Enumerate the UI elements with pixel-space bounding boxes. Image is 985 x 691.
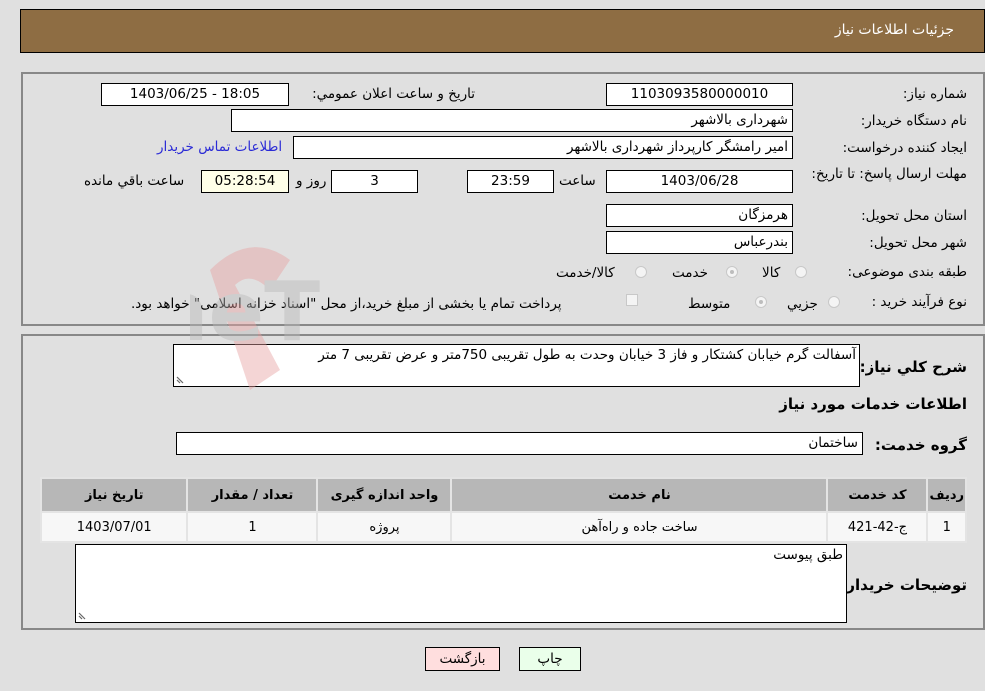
purchase-radio-minor[interactable] <box>828 296 840 308</box>
col-service-code: کد خدمت <box>826 477 929 513</box>
back-button[interactable]: بازگشت <box>425 647 500 671</box>
col-quantity: تعداد / مقدار <box>186 477 319 513</box>
category-option-service: خدمت <box>672 265 708 281</box>
remaining-time-label: ساعت باقي مانده <box>84 173 185 189</box>
need-number-label: شماره نیاز: <box>902 86 967 102</box>
remaining-days-field[interactable]: 3 <box>331 170 418 193</box>
services-table: ردیف کد خدمت نام خدمت واحد اندازه گیری ت… <box>39 477 967 543</box>
col-need-date: تاریخ نیاز <box>39 477 189 513</box>
treasury-note: پرداخت تمام یا بخشی از مبلغ خرید،از محل … <box>131 296 562 312</box>
cell-service-code: ج-42-421 <box>826 511 929 543</box>
category-option-goods-service: کالا/خدمت <box>556 265 615 281</box>
treasury-checkbox[interactable] <box>626 294 638 306</box>
buyer-notes-text: طبق پیوست <box>773 547 843 563</box>
col-unit: واحد اندازه گیری <box>316 477 453 513</box>
description-textarea[interactable]: آسفالت گرم خیابان کشتکار و فاز 3 خیابان … <box>173 344 860 387</box>
cell-quantity: 1 <box>186 511 319 543</box>
purchase-option-minor: جزيي <box>787 296 818 312</box>
category-label: طبقه بندی موضوعی: <box>847 264 967 280</box>
resize-grip-icon[interactable] <box>176 375 185 384</box>
deadline-time-label: ساعت <box>559 173 596 189</box>
table-row: 1 ج-42-421 ساخت جاده و راه‌آهن پروژه 1 1… <box>39 511 967 543</box>
city-field[interactable]: بندرعباس <box>606 231 793 254</box>
deadline-date-field[interactable]: 1403/06/28 <box>606 170 793 193</box>
announce-datetime-field[interactable]: 1403/06/25 - 18:05 <box>101 83 289 106</box>
page-title: جزئیات اطلاعات نیاز <box>834 22 954 38</box>
cell-need-date: 1403/07/01 <box>39 511 189 543</box>
cell-service-name: ساخت جاده و راه‌آهن <box>450 511 829 543</box>
col-row: ردیف <box>926 477 967 513</box>
requester-field[interactable]: امیر رامشگر کارپرداز شهرداری بالاشهر <box>293 136 793 159</box>
requester-label: ایجاد کننده درخواست: <box>842 140 967 156</box>
deadline-time-field[interactable]: 23:59 <box>467 170 554 193</box>
category-radio-goods-service[interactable] <box>635 266 647 278</box>
category-option-goods: کالا <box>762 265 781 281</box>
col-service-name: نام خدمت <box>450 477 829 513</box>
purchase-type-label: نوع فرآیند خرید : <box>871 294 967 310</box>
resize-grip-icon[interactable] <box>78 611 87 620</box>
category-radio-service[interactable] <box>726 266 738 278</box>
buyer-notes-textarea[interactable]: طبق پیوست <box>75 544 847 623</box>
description-text: آسفالت گرم خیابان کشتکار و فاز 3 خیابان … <box>318 347 856 363</box>
deadline-label: مهلت ارسال پاسخ: تا تاریخ: <box>811 166 967 182</box>
days-label: روز و <box>296 173 327 189</box>
page-header: جزئیات اطلاعات نیاز <box>20 9 985 53</box>
services-section-title: اطلاعات خدمات مورد نیاز <box>779 395 967 413</box>
buyer-notes-label: توضیحات خریدار: <box>840 576 967 594</box>
purchase-option-medium: متوسط <box>688 296 731 312</box>
buyer-contact-link[interactable]: اطلاعات تماس خریدار <box>157 139 282 155</box>
print-button[interactable]: چاپ <box>519 647 581 671</box>
table-header-row: ردیف کد خدمت نام خدمت واحد اندازه گیری ت… <box>39 477 967 513</box>
buyer-org-label: نام دستگاه خریدار: <box>860 113 967 129</box>
need-number-field[interactable]: 1103093580000010 <box>606 83 793 106</box>
service-group-label: گروه خدمت: <box>874 436 967 454</box>
province-field[interactable]: هرمزگان <box>606 204 793 227</box>
cell-unit: پروژه <box>316 511 453 543</box>
buyer-org-field[interactable]: شهرداری بالاشهر <box>231 109 793 132</box>
description-label: شرح کلي نیاز: <box>859 358 967 376</box>
cell-row: 1 <box>926 511 967 543</box>
category-radio-goods[interactable] <box>795 266 807 278</box>
city-label: شهر محل تحویل: <box>869 235 967 251</box>
purchase-radio-medium[interactable] <box>755 296 767 308</box>
service-group-field[interactable]: ساختمان <box>176 432 863 455</box>
province-label: استان محل تحویل: <box>861 208 967 224</box>
remaining-time-field: 05:28:54 <box>201 170 289 193</box>
announce-datetime-label: تاریخ و ساعت اعلان عمومي: <box>312 86 475 102</box>
